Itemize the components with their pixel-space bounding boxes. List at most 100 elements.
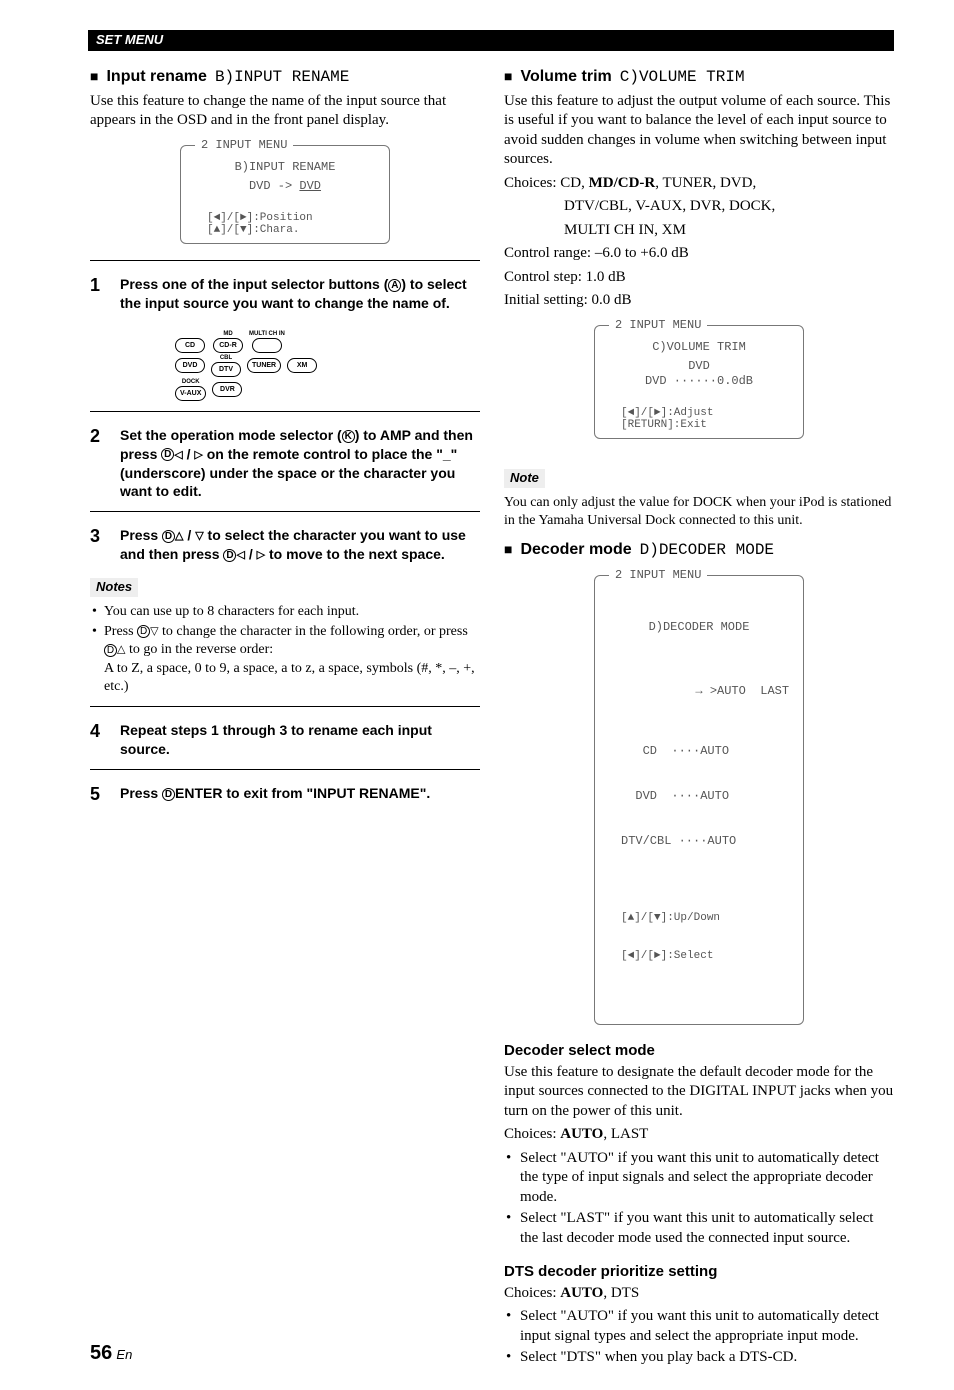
step-1: 1 Press one of the input selector button… [90, 275, 480, 313]
selector-button[interactable]: DTV [211, 362, 241, 377]
osd-line: DVD ····AUTO [621, 789, 795, 804]
bullet-item: Select "AUTO" if you want this unit to a… [504, 1149, 894, 1208]
osd-tab: 2 INPUT MENU [609, 318, 707, 333]
circled-letter-icon: D [137, 625, 150, 638]
control-range: Control range: –6.0 to +6.0 dB [504, 244, 894, 264]
selector-label: CBL [220, 355, 232, 361]
bullet-list: Select "AUTO" if you want this unit to a… [504, 1307, 894, 1368]
triangle-down-icon: ▽ [195, 530, 203, 542]
step-number: 2 [90, 426, 108, 502]
osd-line: D)DECODER MODE [603, 620, 795, 635]
triangle-left-icon: ◁ [236, 549, 244, 561]
step-4: 4 Repeat steps 1 through 3 to rename eac… [90, 721, 480, 759]
selector-button[interactable]: DVD [175, 358, 205, 373]
osd-line: B)INPUT RENAME [189, 160, 381, 175]
osd-tab: 2 INPUT MENU [195, 138, 293, 153]
triangle-up-icon: △ [175, 530, 183, 542]
step-text: to move to the next space. [265, 546, 445, 562]
triangle-down-icon: ▽ [150, 626, 158, 638]
selector-button[interactable]: CD-R [213, 338, 243, 353]
step-number: 3 [90, 526, 108, 564]
step-text: Press [120, 527, 162, 543]
osd-line: >AUTO LAST [710, 684, 789, 698]
section-title: Volume trim [520, 67, 611, 88]
note-item: You can use up to 8 characters for each … [90, 603, 480, 621]
square-bullet-icon: ■ [504, 69, 512, 87]
osd-line: CD ····AUTO [621, 744, 795, 759]
page-number: 56 En [90, 1340, 132, 1366]
triangle-right-icon: ▷ [194, 449, 202, 461]
circled-letter-icon: K [342, 430, 355, 443]
section-title: Decoder mode [520, 540, 631, 561]
osd-line: C)VOLUME TRIM [603, 340, 795, 355]
subhead-decoder-select: Decoder select mode [504, 1041, 894, 1061]
step-3: 3 Press D△ / ▽ to select the character y… [90, 526, 480, 564]
osd-foot-line: [◄]/[►]:Position [207, 212, 381, 225]
osd-volume-trim: 2 INPUT MENU C)VOLUME TRIM DVD DVD ·····… [594, 325, 804, 439]
osd-arrow-icon: → [695, 684, 702, 698]
note-item: Press D▽ to change the character in the … [90, 623, 480, 696]
osd-decoder-mode: 2 INPUT MENU D)DECODER MODE → >AUTO LAST… [594, 575, 804, 1025]
step-text: Set the operation mode selector ( [120, 427, 342, 443]
section-volume-trim: ■ Volume trim C)VOLUME TRIM [504, 67, 894, 88]
section-decoder-mode: ■ Decoder mode D)DECODER MODE [504, 540, 894, 561]
note-subtext: A to Z, a space, 0 to 9, a space, a to z… [104, 660, 480, 696]
choices-line: Choices: AUTO, LAST [504, 1125, 894, 1145]
selector-label: MULTI CH IN [249, 331, 285, 337]
osd-foot-line: [◄]/[►]:Select [621, 950, 795, 963]
initial-setting: Initial setting: 0.0 dB [504, 291, 894, 311]
osd-foot-line: [▲]/[▼]:Chara. [207, 224, 381, 237]
section-code: D)DECODER MODE [640, 540, 774, 561]
notes-label: Notes [90, 578, 138, 597]
subhead-dts: DTS decoder prioritize setting [504, 1262, 894, 1282]
selector-label: DOCK [182, 379, 200, 385]
circled-letter-icon: D [223, 549, 236, 562]
osd-foot-line: [RETURN]:Exit [621, 419, 795, 432]
circled-letter-icon: D [161, 448, 174, 461]
step-5: 5 Press DENTER to exit from "INPUT RENAM… [90, 784, 480, 806]
choices-line: Choices: CD, MD/CD-R, TUNER, DVD, [504, 174, 894, 194]
step-number: 4 [90, 721, 108, 759]
step-2: 2 Set the operation mode selector (K) to… [90, 426, 480, 502]
note-text: You can only adjust the value for DOCK w… [504, 494, 894, 530]
circled-letter-icon: A [388, 279, 401, 292]
osd-line: DTV/CBL ····AUTO [621, 834, 795, 849]
selector-button[interactable]: DVR [212, 382, 242, 397]
section-input-rename: ■ Input rename B)INPUT RENAME [90, 67, 480, 88]
osd-underline: DVD [299, 179, 321, 193]
section-desc: Use this feature to adjust the output vo… [504, 92, 894, 170]
note-label: Note [504, 469, 545, 488]
section-title: Input rename [106, 67, 206, 88]
enter-label: ENTER [175, 785, 222, 801]
triangle-left-icon: ◁ [174, 449, 182, 461]
selector-button[interactable]: CD [175, 338, 205, 353]
section-desc: Use this feature to designate the defaul… [504, 1063, 894, 1122]
osd-tab: 2 INPUT MENU [609, 568, 707, 583]
step-text: to exit from "INPUT RENAME". [223, 785, 431, 801]
bullet-item: Select "AUTO" if you want this unit to a… [504, 1307, 894, 1346]
input-selector-diagram: MD CD-R CD MULTI CH IN DVD CBL [175, 331, 395, 401]
selector-button[interactable] [252, 338, 282, 353]
step-text: ) to [355, 427, 380, 443]
header-bar: SET MENU [88, 30, 894, 51]
right-column: ■ Volume trim C)VOLUME TRIM Use this fea… [504, 63, 894, 1370]
selector-button[interactable]: TUNER [247, 358, 281, 373]
selector-button[interactable]: V-AUX [175, 386, 206, 401]
amp-label: AMP [380, 427, 411, 443]
section-code: B)INPUT RENAME [215, 67, 349, 88]
step-number: 1 [90, 275, 108, 313]
square-bullet-icon: ■ [90, 69, 98, 87]
section-code: C)VOLUME TRIM [620, 67, 745, 88]
step-text: Press one of the input selector buttons … [120, 276, 388, 292]
osd-foot-line: [▲]/[▼]:Up/Down [621, 912, 795, 925]
choices-line: Choices: AUTO, DTS [504, 1284, 894, 1304]
bullet-item: Select "LAST" if you want this unit to a… [504, 1209, 894, 1248]
osd-foot-line: [◄]/[►]:Adjust [621, 407, 795, 420]
selector-label: MD [223, 331, 232, 337]
selector-button[interactable]: XM [287, 358, 317, 373]
circled-letter-icon: D [162, 788, 175, 801]
circled-letter-icon: D [162, 530, 175, 543]
step-number: 5 [90, 784, 108, 806]
bullet-list: Select "AUTO" if you want this unit to a… [504, 1149, 894, 1249]
osd-input-rename: 2 INPUT MENU B)INPUT RENAME DVD -> DVD [… [180, 145, 390, 244]
